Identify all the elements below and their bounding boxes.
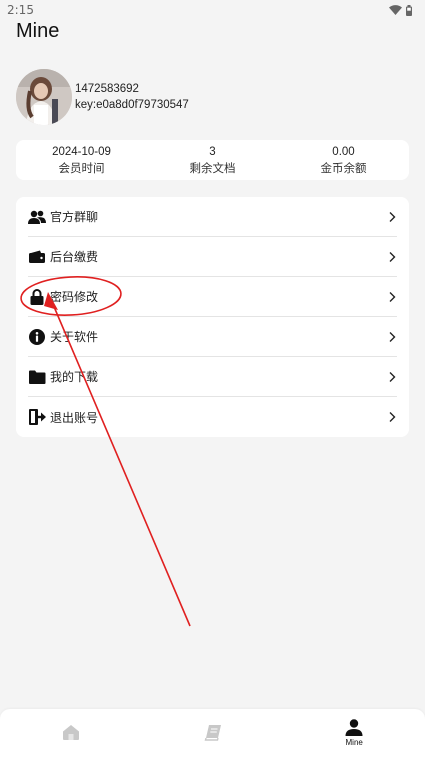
menu-item-label: 关于软件 — [50, 330, 99, 344]
avatar-photo — [16, 69, 72, 125]
logout-icon — [28, 408, 46, 426]
info-icon — [28, 328, 46, 346]
chevron-right-icon — [389, 211, 396, 222]
stat-membership: 2024-10-09 会员时间 — [16, 140, 147, 180]
stat-value: 3 — [209, 145, 216, 158]
folder-icon — [28, 368, 46, 386]
chevron-right-icon — [389, 331, 396, 342]
lock-icon — [28, 288, 46, 306]
battery-icon — [406, 4, 412, 16]
menu-item-label: 后台缴费 — [50, 250, 99, 264]
chevron-right-icon — [389, 251, 396, 262]
stat-label: 会员时间 — [58, 160, 105, 175]
stat-value: 0.00 — [332, 145, 355, 158]
menu-item-payment[interactable]: 后台缴费 — [28, 237, 397, 277]
stat-label: 金币余额 — [320, 160, 367, 175]
menu-item-about[interactable]: 关于软件 — [28, 317, 397, 357]
profile-section: 1472583692 key:e0a8d0f79730547 — [16, 69, 189, 125]
page-title: Mine — [16, 20, 60, 42]
stat-value: 2024-10-09 — [52, 145, 111, 158]
status-time: 2:15 — [7, 3, 34, 17]
chevron-right-icon — [389, 291, 396, 302]
avatar[interactable] — [16, 69, 72, 125]
menu-item-downloads[interactable]: 我的下载 — [28, 357, 397, 397]
person-icon — [345, 719, 363, 736]
profile-phone: 1472583692 — [75, 83, 139, 95]
stat-documents: 3 剩余文档 — [147, 140, 278, 180]
menu-item-logout[interactable]: 退出账号 — [28, 397, 397, 437]
menu-item-group-chat[interactable]: 官方群聊 — [28, 197, 397, 237]
tab-mine[interactable]: Mine — [283, 709, 425, 757]
menu-item-change-password[interactable]: 密码修改 — [28, 277, 397, 317]
tab-label: Mine — [345, 738, 363, 747]
bottom-tab-bar: Mine — [0, 709, 425, 757]
menu-item-label: 退出账号 — [50, 410, 99, 425]
status-icons — [389, 4, 412, 16]
tab-home[interactable] — [0, 709, 142, 757]
stat-coins: 0.00 金币余额 — [278, 140, 409, 180]
tab-documents[interactable] — [142, 709, 284, 757]
profile-info: 1472583692 key:e0a8d0f79730547 — [75, 81, 189, 113]
chevron-right-icon — [389, 412, 396, 422]
wifi-icon — [389, 5, 402, 15]
wallet-icon — [28, 248, 46, 266]
menu-item-label: 我的下载 — [50, 370, 99, 384]
chevron-right-icon — [389, 371, 396, 382]
stats-card: 2024-10-09 会员时间 3 剩余文档 0.00 金币余额 — [16, 140, 409, 180]
menu-item-label: 密码修改 — [50, 290, 99, 304]
menu-card: 官方群聊 后台缴费 密码修改 关于软件 我的下载 退出账号 — [16, 197, 409, 437]
profile-key: key:e0a8d0f79730547 — [75, 99, 189, 111]
menu-item-label: 官方群聊 — [50, 210, 99, 224]
book-icon — [204, 724, 221, 741]
stat-label: 剩余文档 — [189, 160, 236, 175]
users-icon — [28, 208, 46, 226]
status-bar: 2:15 — [0, 0, 425, 20]
home-icon — [62, 725, 79, 740]
